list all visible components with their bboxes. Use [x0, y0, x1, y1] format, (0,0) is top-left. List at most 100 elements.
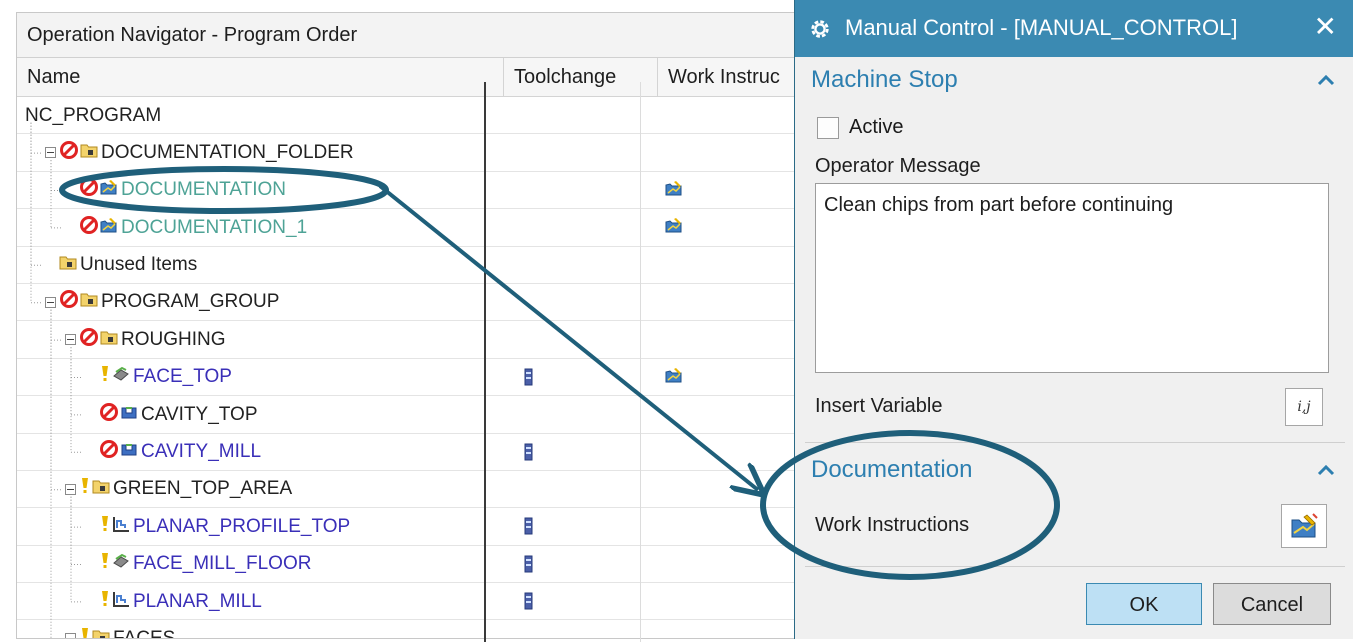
toolchange-icon	[523, 555, 535, 573]
tree-node[interactable]: Unused Items	[45, 247, 197, 284]
tree-node-label: DOCUMENTATION_FOLDER	[101, 141, 354, 163]
tree-row[interactable]: ROUGHING	[17, 321, 805, 359]
tree-node[interactable]: DOCUMENTATION	[65, 172, 286, 209]
prohibited-icon	[79, 215, 99, 241]
tree-row[interactable]: PLANAR_MILL	[17, 583, 805, 621]
prohibited-icon	[99, 439, 119, 465]
warning-icon	[99, 514, 111, 540]
column-divider	[484, 82, 486, 642]
tree-node[interactable]: DOCUMENTATION_1	[65, 209, 307, 246]
program-folder-icon	[92, 478, 110, 500]
column-header-name[interactable]: Name	[17, 58, 503, 96]
insert-variable-button[interactable]: i,j	[1285, 388, 1323, 426]
collapse-toggle-icon[interactable]	[65, 483, 76, 495]
collapse-toggle-icon[interactable]	[65, 334, 76, 346]
tree-row[interactable]: CAVITY_MILL	[17, 434, 805, 471]
tree-node[interactable]: DOCUMENTATION_FOLDER	[45, 134, 354, 171]
column-divider	[640, 82, 641, 642]
tree-node-label: DOCUMENTATION	[121, 179, 287, 201]
tree-row[interactable]: DOCUMENTATION_FOLDER	[17, 134, 805, 172]
collapse-toggle-icon[interactable]	[65, 633, 76, 638]
tree-node[interactable]: PLANAR_MILL	[85, 583, 262, 620]
cancel-button[interactable]: Cancel	[1213, 583, 1331, 625]
ok-button[interactable]: OK	[1086, 583, 1202, 625]
tree-row[interactable]: PLANAR_PROFILE_TOP	[17, 508, 805, 546]
tree-node-label: CAVITY_MILL	[141, 441, 262, 463]
tree-node-label: GREEN_TOP_AREA	[113, 478, 293, 500]
tree-node[interactable]: CAVITY_MILL	[85, 434, 261, 471]
operator-message-label: Operator Message	[815, 155, 981, 177]
tree-row[interactable]: Unused Items	[17, 247, 805, 284]
tree-node-label: PLANAR_MILL	[133, 590, 262, 612]
tree-row[interactable]: DOCUMENTATION	[17, 172, 805, 210]
tree-node-label: FACE_MILL_FLOOR	[133, 553, 312, 575]
tree-node-label: CAVITY_TOP	[141, 403, 258, 425]
planar-mill-icon	[112, 591, 130, 613]
work-instructions-icon	[665, 367, 685, 387]
tree-row[interactable]: PROGRAM_GROUP	[17, 284, 805, 322]
chevron-up-icon[interactable]	[1317, 74, 1335, 86]
prohibited-icon	[99, 402, 119, 428]
tree-node[interactable]: NC_PROGRAM	[25, 97, 161, 134]
tree-node[interactable]: ROUGHING	[65, 321, 226, 358]
dialog-title: Manual Control - [MANUAL_CONTROL]	[845, 15, 1238, 40]
machine-stop-heading[interactable]: Machine Stop	[811, 66, 958, 94]
close-button[interactable]: ✕	[1314, 12, 1337, 42]
column-header-work-instructions[interactable]: Work Instruc	[657, 58, 805, 96]
tree-node[interactable]: FACE_MILL_FLOOR	[85, 546, 311, 583]
tree-row[interactable]: DOCUMENTATION_1	[17, 209, 805, 247]
active-checkbox-row[interactable]: Active	[817, 116, 903, 139]
tree-row[interactable]: FACE_TOP	[17, 359, 805, 397]
program-folder-icon	[100, 329, 118, 351]
tree-node[interactable]: GREEN_TOP_AREA	[65, 471, 292, 508]
active-label: Active	[849, 116, 904, 138]
active-checkbox[interactable]	[817, 116, 839, 139]
chevron-up-icon[interactable]	[1317, 464, 1335, 476]
cavity-mill-icon	[120, 441, 138, 463]
toolchange-icon	[523, 368, 535, 386]
dialog-title-bar: Manual Control - [MANUAL_CONTROL] ✕	[795, 0, 1353, 57]
tree-node[interactable]: CAVITY_TOP	[85, 396, 258, 433]
tree-row[interactable]: NC_PROGRAM	[17, 97, 805, 135]
manual-control-dialog: Manual Control - [MANUAL_CONTROL] ✕ Mach…	[794, 0, 1353, 639]
warning-icon	[99, 551, 111, 577]
tree-node[interactable]: PLANAR_PROFILE_TOP	[85, 508, 350, 545]
section-divider	[805, 566, 1345, 567]
work-instructions-label: Work Instructions	[815, 514, 970, 536]
warning-icon	[99, 364, 111, 390]
toolchange-icon	[523, 443, 535, 461]
warning-icon	[79, 626, 91, 638]
warning-icon	[79, 476, 91, 502]
operator-message-input[interactable]: Clean chips from part before continuing	[815, 183, 1329, 373]
tree-node-label: PROGRAM_GROUP	[101, 291, 280, 313]
column-header-toolchange[interactable]: Toolchange	[503, 58, 657, 96]
gear-icon	[811, 20, 829, 38]
face-mill-icon	[112, 553, 130, 575]
tree-node[interactable]: FACES	[65, 620, 176, 639]
tree-node[interactable]: PROGRAM_GROUP	[45, 284, 279, 321]
work-instructions-icon	[665, 217, 685, 237]
tree-row[interactable]: FACES	[17, 620, 805, 639]
tree-node-label: PLANAR_PROFILE_TOP	[133, 515, 351, 537]
tree-row[interactable]: CAVITY_TOP	[17, 396, 805, 434]
tree-node-label: FACES	[113, 627, 176, 639]
section-divider	[805, 442, 1345, 443]
face-mill-icon	[112, 366, 130, 388]
work-instructions-icon	[665, 180, 685, 200]
collapse-toggle-icon[interactable]	[45, 147, 56, 159]
tree-node[interactable]: FACE_TOP	[85, 359, 232, 396]
planar-mill-icon	[112, 516, 130, 538]
tree-row[interactable]: GREEN_TOP_AREA	[17, 471, 805, 509]
toolchange-icon	[523, 517, 535, 535]
tree-row[interactable]: FACE_MILL_FLOOR	[17, 546, 805, 584]
documentation-icon	[100, 179, 118, 201]
navigator-title: Operation Navigator - Program Order	[17, 13, 805, 58]
work-instructions-button[interactable]	[1281, 504, 1327, 548]
prohibited-icon	[79, 177, 99, 203]
cavity-mill-icon	[120, 404, 138, 426]
variable-icon: i,j	[1297, 399, 1311, 415]
insert-variable-label: Insert Variable	[815, 395, 943, 417]
documentation-heading[interactable]: Documentation	[811, 456, 972, 484]
collapse-toggle-icon[interactable]	[45, 296, 56, 308]
program-folder-icon	[80, 291, 98, 313]
